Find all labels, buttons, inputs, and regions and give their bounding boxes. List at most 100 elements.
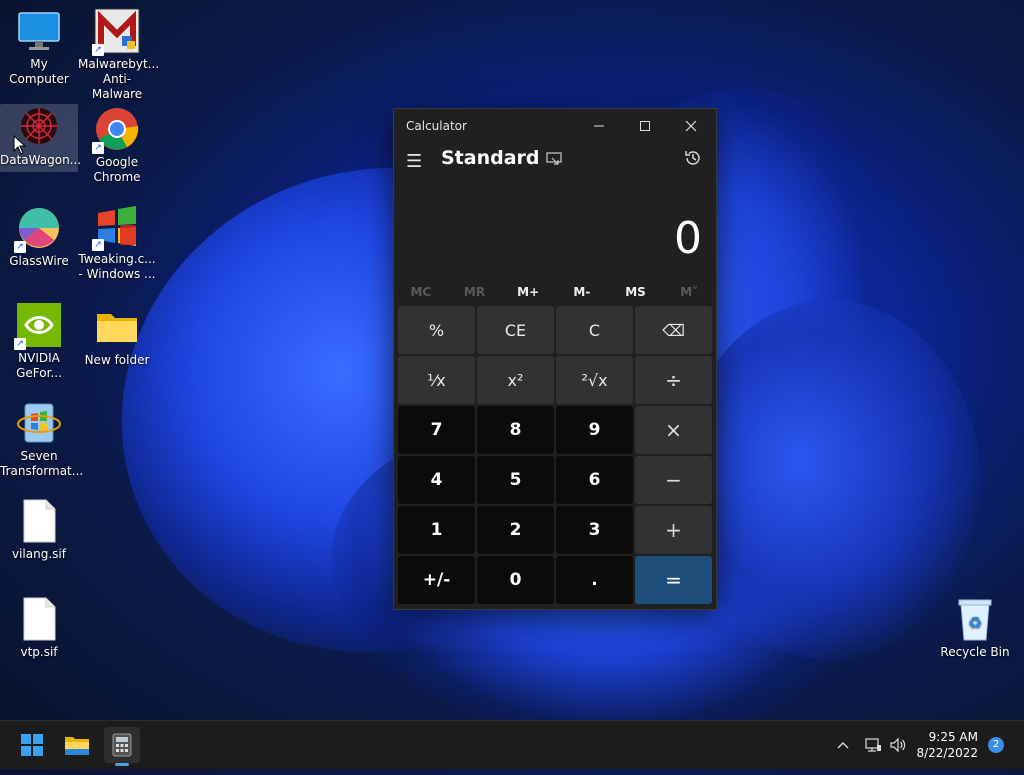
clear-button[interactable]: C [556, 306, 633, 354]
chevron-up-icon [837, 742, 849, 749]
minimize-icon [594, 125, 604, 127]
memory-clear-button[interactable]: MC [394, 281, 448, 303]
desktop-icon-label: Seven Transformat... [0, 449, 84, 478]
subtract-button[interactable]: − [635, 456, 712, 504]
calculator-app-icon [112, 733, 132, 757]
notification-badge[interactable]: 2 [988, 737, 1004, 753]
digit-1-button[interactable]: 1 [398, 506, 475, 554]
maximize-button[interactable] [622, 109, 668, 143]
recycle-bin-icon: ♻ [952, 596, 998, 642]
shortcut-arrow-icon: ↗ [92, 142, 104, 154]
desktop-icon-label: Tweaking.c... - Windows ... [78, 252, 156, 281]
digit-0-button[interactable]: 0 [477, 556, 554, 604]
equals-button[interactable]: = [635, 556, 712, 604]
clock[interactable]: 9:25 AM 8/22/2022 [916, 729, 978, 761]
hamburger-menu-icon[interactable]: ☰ [406, 151, 422, 172]
digit-3-button[interactable]: 3 [556, 506, 633, 554]
file-explorer-icon [65, 737, 89, 755]
desktop-icon-malwarebytes[interactable]: ↗ Malwarebyt... Anti-Malware [78, 8, 160, 102]
history-icon[interactable] [684, 149, 702, 172]
desktop-icon-tweaking[interactable]: ↗ Tweaking.c... - Windows ... [78, 203, 156, 282]
file-icon [16, 596, 62, 642]
desktop-icon-label: Malwarebyt... Anti-Malware [78, 57, 160, 101]
nvidia-icon: ↗ [14, 302, 62, 350]
digit-7-button[interactable]: 7 [398, 406, 475, 454]
malwarebytes-icon: ↗ [92, 8, 140, 56]
result-display: 0 [674, 213, 702, 264]
start-button[interactable] [14, 727, 50, 763]
memory-subtract-button[interactable]: M- [555, 281, 609, 303]
show-hidden-icons-button[interactable] [836, 721, 850, 769]
folder-icon [94, 304, 140, 350]
shortcut-arrow-icon: ↗ [14, 241, 26, 253]
title-bar[interactable]: Calculator [394, 109, 716, 143]
desktop-icon-recycle-bin[interactable]: ♻ Recycle Bin [936, 596, 1014, 660]
digit-9-button[interactable]: 9 [556, 406, 633, 454]
desktop-icon-label: Google Chrome [93, 155, 141, 184]
clear-entry-button[interactable]: CE [477, 306, 554, 354]
network-button[interactable] [864, 721, 882, 769]
digit-4-button[interactable]: 4 [398, 456, 475, 504]
chrome-icon: ↗ [92, 106, 140, 154]
digit-8-button[interactable]: 8 [477, 406, 554, 454]
negate-button[interactable]: +/- [398, 556, 475, 604]
tweaking-windows-icon: ↗ [92, 203, 140, 251]
shortcut-arrow-icon: ↗ [92, 44, 104, 56]
taskbar: 9:25 AM 8/22/2022 2 [0, 720, 1024, 769]
desktop-icon-new-folder[interactable]: New folder [78, 304, 156, 368]
memory-row: MC MR M+ M- MS M˅ [394, 281, 716, 303]
taskbar-calculator[interactable] [104, 727, 140, 766]
network-icon [865, 738, 881, 752]
window-title: Calculator [406, 119, 467, 133]
decimal-button[interactable]: . [556, 556, 633, 604]
backspace-button[interactable]: ⌫ [635, 306, 712, 354]
svg-text:♻: ♻ [968, 613, 982, 632]
taskbar-file-explorer[interactable] [59, 727, 95, 763]
reciprocal-button[interactable]: ¹⁄x [398, 356, 475, 404]
memory-store-button[interactable]: MS [609, 281, 663, 303]
memory-list-button[interactable]: M˅ [662, 281, 716, 303]
desktop-icon-vtp-sif[interactable]: vtp.sif [0, 596, 78, 660]
multiply-button[interactable]: × [635, 406, 712, 454]
keypad: % CE C ⌫ ¹⁄x x² ²√x ÷ 7 8 9 × 4 5 6 − 1 … [398, 306, 712, 606]
divide-button[interactable]: ÷ [635, 356, 712, 404]
desktop-icon-glasswire[interactable]: ↗ GlassWire [0, 205, 78, 269]
square-button[interactable]: x² [477, 356, 554, 404]
calculator-header: ☰ Standard [394, 143, 716, 181]
mouse-cursor-icon [13, 135, 27, 155]
memory-add-button[interactable]: M+ [501, 281, 555, 303]
speaker-icon [890, 737, 906, 753]
add-button[interactable]: + [635, 506, 712, 554]
desktop-icon-label: vilang.sif [12, 547, 66, 561]
percent-button[interactable]: % [398, 306, 475, 354]
clock-time: 9:25 AM [928, 730, 978, 744]
digit-6-button[interactable]: 6 [556, 456, 633, 504]
desktop-icon-nvidia[interactable]: ↗ NVIDIA GeFor... [0, 302, 78, 381]
close-icon [685, 120, 697, 132]
wallpaper-bloom [680, 300, 980, 660]
windows-logo-icon [21, 734, 43, 756]
file-icon [16, 498, 62, 544]
desktop-icon-label: New folder [84, 353, 150, 367]
desktop-icon-datawagon[interactable]: DataWagon... [0, 104, 81, 172]
keep-on-top-icon[interactable] [546, 152, 562, 170]
maximize-icon [640, 121, 650, 131]
close-button[interactable] [668, 109, 714, 143]
clock-date: 8/22/2022 [916, 746, 978, 760]
minimize-button[interactable] [576, 109, 622, 143]
shortcut-arrow-icon: ↗ [14, 338, 26, 350]
desktop-icon-label: vtp.sif [20, 645, 58, 659]
desktop-icon-seven-transformation[interactable]: Seven Transformat... [0, 400, 84, 479]
calculator-window: Calculator ☰ Standard 0 MC MR M+ M- MS M… [393, 108, 717, 610]
square-root-button[interactable]: ²√x [556, 356, 633, 404]
desktop-icon-my-computer[interactable]: My Computer [0, 8, 78, 87]
volume-button[interactable] [889, 721, 907, 769]
desktop-icon-vilang-sif[interactable]: vilang.sif [0, 498, 78, 562]
desktop-icon-google-chrome[interactable]: ↗ Google Chrome [78, 106, 156, 185]
memory-recall-button[interactable]: MR [448, 281, 502, 303]
digit-5-button[interactable]: 5 [477, 456, 554, 504]
digit-2-button[interactable]: 2 [477, 506, 554, 554]
glasswire-icon: ↗ [14, 205, 62, 253]
monitor-icon [16, 8, 62, 54]
mode-title: Standard [441, 147, 540, 169]
